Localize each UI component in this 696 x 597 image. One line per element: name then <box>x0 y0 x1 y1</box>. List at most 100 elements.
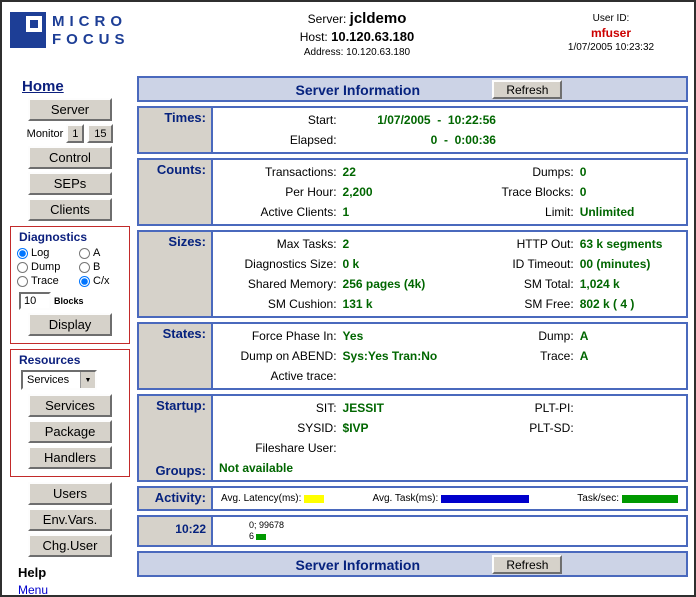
chguser-button[interactable]: Chg.User <box>28 534 112 557</box>
help-label: Help <box>18 565 132 580</box>
field-label: Transactions: <box>217 162 343 182</box>
radio-log-input[interactable] <box>17 248 28 259</box>
times-section: Times: Start: 1/07/2005 - 10:22:56 Elaps… <box>137 106 688 154</box>
address-label: Address: <box>304 47 343 58</box>
field-value: A <box>580 326 682 346</box>
radio-log[interactable]: Log <box>17 247 79 259</box>
field-label: PLT-SD: <box>459 418 580 438</box>
logo-line2: FOCUS <box>52 31 130 49</box>
field-label: Dump on ABEND: <box>217 346 343 366</box>
page-header: MICRO FOCUS Server: jcldemo Host: 10.120… <box>2 2 694 74</box>
start-label: Start: <box>217 110 343 130</box>
monitor-interval-input[interactable] <box>66 124 84 143</box>
monitor-period-input[interactable] <box>87 124 113 143</box>
radio-a-input[interactable] <box>79 248 90 259</box>
startup-section-label: Startup: <box>156 398 206 413</box>
page-title: Server Information <box>296 82 420 98</box>
field-label: SM Total: <box>459 274 580 294</box>
display-button[interactable]: Display <box>28 313 112 336</box>
server-identity: Server: jcldemo Host: 10.120.63.180 Addr… <box>178 7 536 74</box>
diagnostics-panel: Diagnostics Log A Dump <box>10 226 130 344</box>
radio-a[interactable]: A <box>79 247 125 259</box>
field-label: Trace: <box>459 346 580 366</box>
field-label: Dump: <box>459 326 580 346</box>
task-ms-legend-label: Avg. Task(ms): <box>372 493 438 504</box>
diagnostics-title: Diagnostics <box>19 230 127 244</box>
radio-dump-input[interactable] <box>17 262 28 273</box>
sizes-section-body: Max Tasks: 2 HTTP Out: 63 k segments Dia… <box>213 232 686 316</box>
sizes-row: SM Cushion: 131 k SM Free: 802 k ( 4 ) <box>217 294 682 314</box>
states-section: States: Force Phase In: Yes Dump: A Dump… <box>137 322 688 390</box>
sizes-section: Sizes: Max Tasks: 2 HTTP Out: 63 k segme… <box>137 230 688 318</box>
field-value: 63 k segments <box>580 234 682 254</box>
home-link[interactable]: Home <box>22 78 132 95</box>
host-label: Host: <box>300 30 328 44</box>
radio-a-label: A <box>93 247 100 259</box>
refresh-button-bottom[interactable]: Refresh <box>492 555 562 574</box>
field-value: 256 pages (4k) <box>343 274 459 294</box>
package-button[interactable]: Package <box>28 420 112 443</box>
radio-cx-input[interactable] <box>79 276 90 287</box>
task-ms-bar <box>441 495 529 503</box>
groups-section-label: Groups: <box>155 463 206 478</box>
server-information-header-top: Server Information Refresh <box>137 76 688 102</box>
control-button[interactable]: Control <box>28 146 112 169</box>
radio-b[interactable]: B <box>79 261 125 273</box>
app-window: MICRO FOCUS Server: jcldemo Host: 10.120… <box>0 0 696 597</box>
task-rate-legend: Task/sec: <box>577 493 678 504</box>
handlers-button[interactable]: Handlers <box>28 446 112 469</box>
content-area: Home Server Monitor Control SEPs Clients… <box>2 74 694 597</box>
server-label: Server: <box>308 12 347 26</box>
host-value: 10.120.63.180 <box>331 29 414 44</box>
field-value: 0 <box>580 162 682 182</box>
field-label: SYSID: <box>217 418 343 438</box>
radio-cx[interactable]: C/x <box>79 275 125 287</box>
blocks-controls: Blocks <box>19 292 127 310</box>
activity-minute-body: 0; 99678 6 <box>213 517 686 545</box>
startup-section-body: SIT: JESSIT PLT-PI: SYSID: $IVP PLT-SD: … <box>213 396 686 480</box>
radio-trace-input[interactable] <box>17 276 28 287</box>
field-label: Trace Blocks: <box>459 182 580 202</box>
header-timestamp: 1/07/2005 10:23:32 <box>536 42 686 53</box>
radio-b-input[interactable] <box>79 262 90 273</box>
radio-cx-label: C/x <box>93 275 110 287</box>
field-value: Sys:Yes Tran:No <box>343 346 459 366</box>
field-value: 0 <box>580 182 682 202</box>
resources-select[interactable]: Services ▼ <box>21 370 97 390</box>
server-button[interactable]: Server <box>28 98 112 121</box>
field-value <box>580 418 682 438</box>
field-value <box>580 398 682 418</box>
users-button[interactable]: Users <box>28 482 112 505</box>
refresh-button-top[interactable]: Refresh <box>492 80 562 99</box>
user-id-label: User ID: <box>536 13 686 24</box>
field-value <box>580 438 682 458</box>
field-value: Unlimited <box>580 202 682 222</box>
field-label: Active trace: <box>217 366 343 386</box>
task-rate-mini-bar <box>256 534 266 540</box>
activity-legend: Avg. Latency(ms): Avg. Task(ms): Task/se… <box>213 488 686 509</box>
micro-focus-logo-icon <box>10 12 46 48</box>
start-value: 1/07/2005 - 10:22:56 <box>343 110 496 130</box>
field-label: Shared Memory: <box>217 274 343 294</box>
blocks-input[interactable] <box>19 292 51 310</box>
states-row: Force Phase In: Yes Dump: A <box>217 326 682 346</box>
envvars-button[interactable]: Env.Vars. <box>28 508 112 531</box>
activity-minute-row: 10:22 0; 99678 6 <box>137 515 688 547</box>
user-info: User ID: mfuser 1/07/2005 10:23:32 <box>536 7 686 74</box>
clients-button[interactable]: Clients <box>28 198 112 221</box>
elapsed-label: Elapsed: <box>217 130 343 150</box>
field-label: SM Cushion: <box>217 294 343 314</box>
sizes-row: Max Tasks: 2 HTTP Out: 63 k segments <box>217 234 682 254</box>
services-button[interactable]: Services <box>28 394 112 417</box>
field-label <box>459 438 580 458</box>
times-row: Start: 1/07/2005 - 10:22:56 <box>217 110 682 130</box>
radio-trace[interactable]: Trace <box>17 275 79 287</box>
activity-section: Activity: Avg. Latency(ms): Avg. Task(ms… <box>137 486 688 511</box>
menu-link[interactable]: Menu <box>18 583 48 597</box>
seps-button[interactable]: SEPs <box>28 172 112 195</box>
field-label: PLT-PI: <box>459 398 580 418</box>
radio-dump[interactable]: Dump <box>17 261 79 273</box>
field-label: Force Phase In: <box>217 326 343 346</box>
field-label <box>459 366 580 386</box>
activity-time: 10:22 <box>139 517 213 545</box>
